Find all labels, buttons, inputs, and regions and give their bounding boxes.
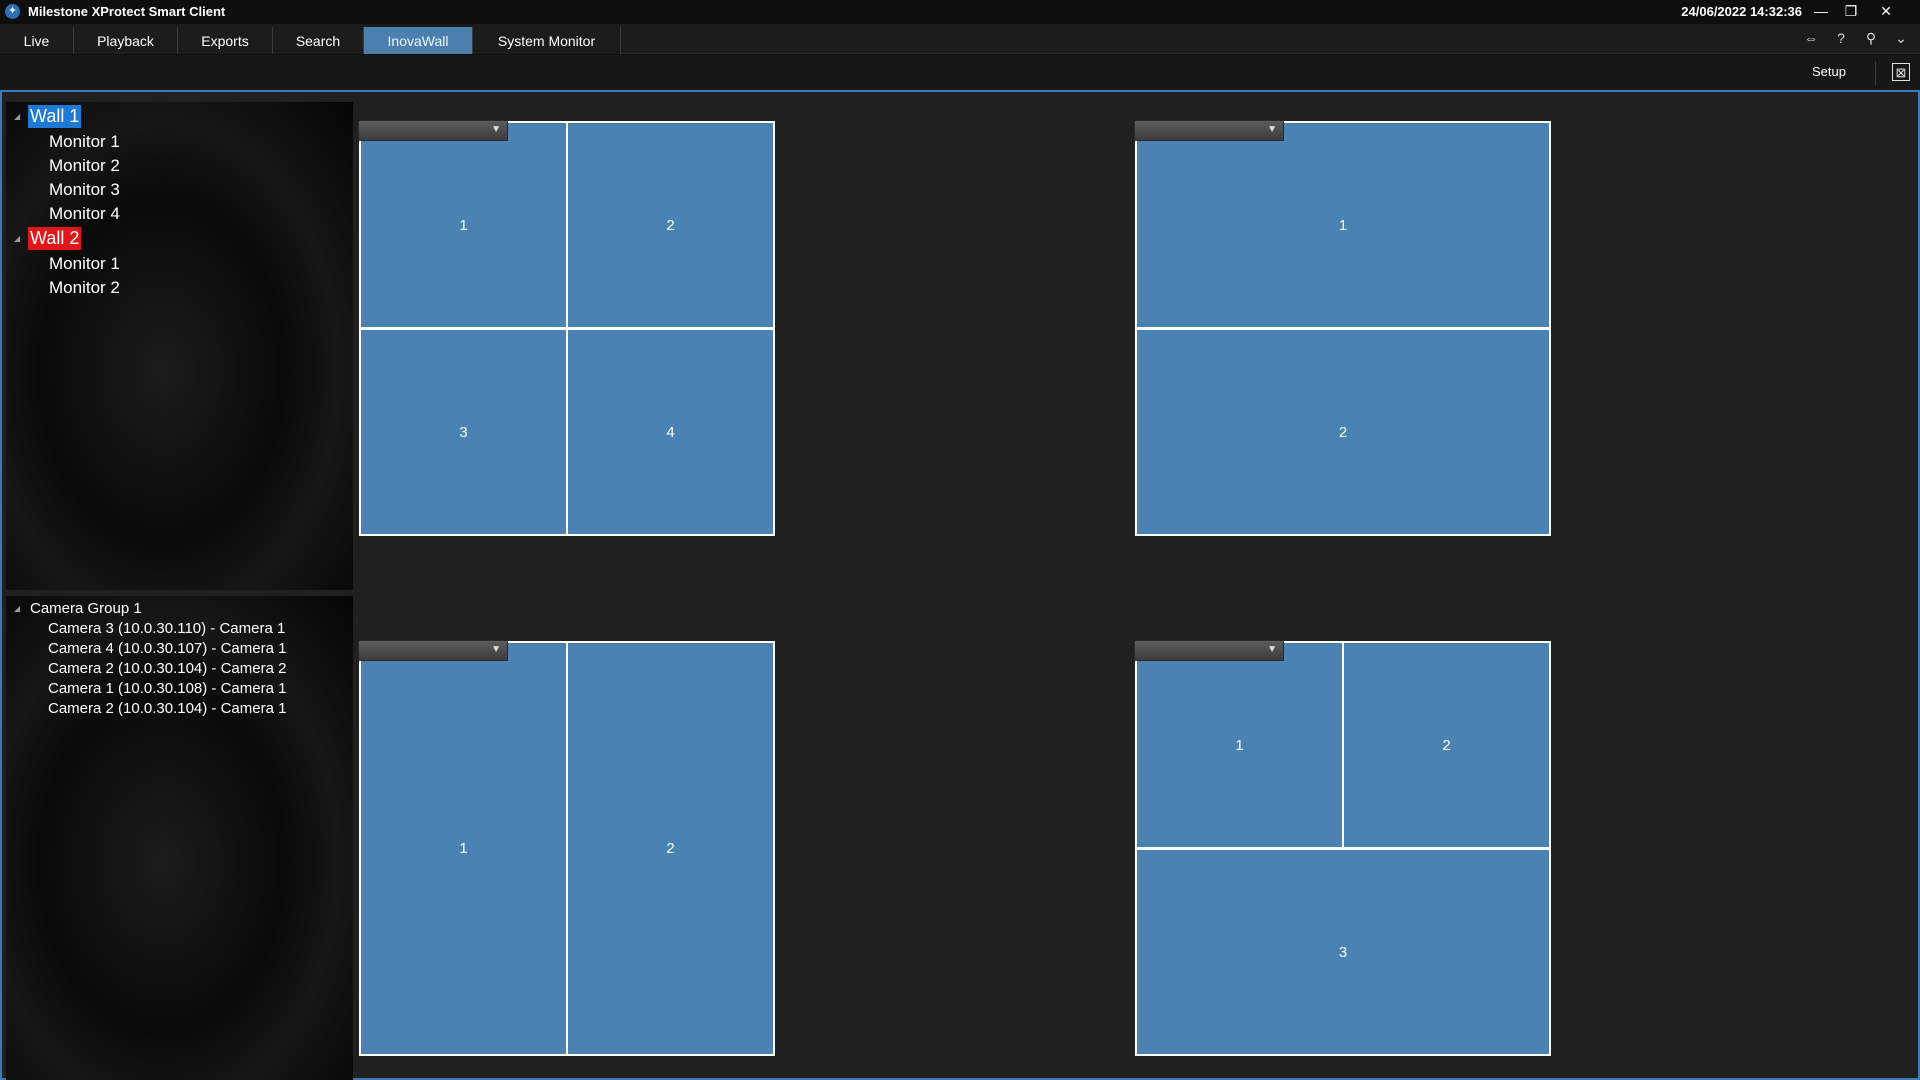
tree-item-camera[interactable]: Camera 4 (10.0.30.107) - Camera 1 [46,639,288,658]
monitor-preview[interactable]: ▼ 1 2 [358,640,775,1056]
chevron-down-icon: ▼ [491,644,501,655]
chevron-down-icon: ▼ [1267,124,1277,135]
tab-live[interactable]: Live [0,27,74,54]
tree-item-monitor[interactable]: Monitor 2 [47,155,122,177]
view-cell[interactable]: 2 [1344,643,1549,847]
view-cell[interactable]: 1 [361,123,566,327]
monitor-label: Monitor 2 [49,278,120,297]
expand-arrow-icon[interactable]: ◢ [14,112,22,121]
view-cell[interactable]: 3 [361,330,566,534]
tab-inovawall[interactable]: InovaWall [364,27,473,54]
tab-exports[interactable]: Exports [178,27,273,54]
view-cell[interactable]: 2 [568,643,773,1054]
monitor-label: Monitor 2 [49,156,120,175]
camera-group-label: Camera Group 1 [30,600,142,617]
monitor-label: Monitor 1 [49,254,120,273]
tab-system-monitor[interactable]: System Monitor [473,27,621,54]
camera-label: Camera 3 (10.0.30.110) - Camera 1 [48,620,286,637]
view-cell[interactable]: 2 [1137,330,1549,534]
walls-tree-panel: ◢ Wall 1 Monitor 1 Monitor 2 Monitor 3 M… [6,102,353,590]
camera-label: Camera 1 (10.0.30.108) - Camera 1 [48,680,287,697]
view-cell[interactable]: 3 [1137,850,1549,1054]
monitor-label: Monitor 1 [49,132,120,151]
maximize-icon[interactable]: ⊠ [1892,63,1910,81]
tree-item-wall-2[interactable]: ◢ Wall 2 [14,227,82,250]
workspace: ◢ Wall 1 Monitor 1 Monitor 2 Monitor 3 M… [0,90,1920,1080]
chevron-down-icon: ▼ [1267,644,1277,655]
tab-search[interactable]: Search [273,27,364,54]
clock: 24/06/2022 14:32:36 [1681,4,1802,19]
wall-label: Wall 2 [28,227,82,250]
tree-item-camera[interactable]: Camera 1 (10.0.30.108) - Camera 1 [46,679,288,698]
view-cell[interactable]: 1 [361,643,566,1054]
tree-item-monitor[interactable]: Monitor 2 [47,277,122,299]
view-cell[interactable]: 2 [568,123,773,327]
monitor-label: Monitor 4 [49,204,120,223]
view-cell[interactable]: 4 [568,330,773,534]
monitor-preview[interactable]: ▼ 1 2 [1134,120,1551,536]
connection-icon[interactable]: ⇔ [1802,30,1820,46]
help-icon[interactable]: ? [1832,30,1850,46]
app-title: Milestone XProtect Smart Client [28,4,226,19]
tree-item-monitor[interactable]: Monitor 4 [47,203,122,225]
monitor-preview[interactable]: ▼ 1 2 3 [1134,640,1551,1056]
tab-playback[interactable]: Playback [74,27,178,54]
monitor-preview[interactable]: ▼ 1 2 3 4 [358,120,775,536]
setup-button[interactable]: Setup [1812,64,1846,79]
tree-item-monitor[interactable]: Monitor 1 [47,253,122,275]
tree-item-camera[interactable]: Camera 2 (10.0.30.104) - Camera 2 [46,659,288,678]
restore-button[interactable]: ❐ [1836,0,1866,22]
chevron-down-icon[interactable]: ⌄ [1892,30,1910,46]
minimize-button[interactable]: — [1806,0,1836,22]
tab-bar: Live Playback Exports Search InovaWall S… [0,24,1920,54]
layout-dropdown[interactable]: ▼ [1134,640,1284,661]
login-icon[interactable]: ⚲ [1862,30,1880,46]
tree-item-wall-1[interactable]: ◢ Wall 1 [14,105,82,128]
layout-dropdown[interactable]: ▼ [358,640,508,661]
layout-dropdown[interactable]: ▼ [1134,120,1284,141]
toolbar-divider [1875,61,1876,85]
view-cell[interactable]: 1 [1137,123,1549,327]
tree-item-camera[interactable]: Camera 2 (10.0.30.104) - Camera 1 [46,699,288,718]
wall-label: Wall 1 [28,105,82,128]
monitor-label: Monitor 3 [49,180,120,199]
tree-item-monitor[interactable]: Monitor 1 [47,131,122,153]
camera-label: Camera 4 (10.0.30.107) - Camera 1 [48,640,287,657]
milestone-logo-icon: ✦ [5,4,20,19]
camera-label: Camera 2 (10.0.30.104) - Camera 2 [48,660,287,677]
tree-item-camera-group[interactable]: ◢ Camera Group 1 [14,599,144,618]
close-button[interactable]: ✕ [1866,0,1906,22]
expand-arrow-icon[interactable]: ◢ [14,604,22,613]
secondary-toolbar: Setup ⊠ [0,55,1920,91]
camera-label: Camera 2 (10.0.30.104) - Camera 1 [48,700,287,717]
view-cell[interactable]: 1 [1137,643,1342,847]
layout-dropdown[interactable]: ▼ [358,120,508,141]
tree-item-camera[interactable]: Camera 3 (10.0.30.110) - Camera 1 [46,619,287,638]
expand-arrow-icon[interactable]: ◢ [14,234,22,243]
title-bar: ✦ Milestone XProtect Smart Client 24/06/… [0,0,1920,24]
camera-tree-panel: ◢ Camera Group 1 Camera 3 (10.0.30.110) … [6,596,353,1080]
chevron-down-icon: ▼ [491,124,501,135]
tree-item-monitor[interactable]: Monitor 3 [47,179,122,201]
